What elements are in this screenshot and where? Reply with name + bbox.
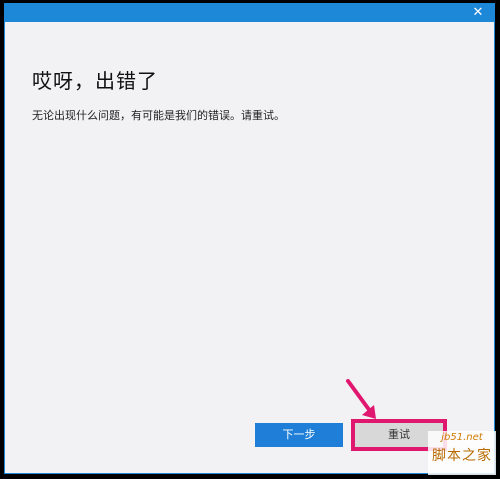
- error-message: 无论出现什么问题，有可能是我们的错误。请重试。: [32, 109, 285, 122]
- next-button[interactable]: 下一步: [255, 423, 343, 447]
- site-watermark: jb51.net 脚本之家: [428, 431, 496, 475]
- title-bar: ✕: [5, 4, 494, 22]
- watermark-domain: jb51.net: [441, 432, 483, 443]
- screenshot-frame: ✕ 哎呀，出错了 无论出现什么问题，有可能是我们的错误。请重试。 下一步 重试 …: [0, 0, 500, 479]
- error-dialog-window: ✕ 哎呀，出错了 无论出现什么问题，有可能是我们的错误。请重试。 下一步 重试: [4, 3, 495, 474]
- pointer-arrow-icon: [346, 379, 376, 419]
- close-icon[interactable]: ✕: [470, 5, 486, 21]
- dialog-title: 哎呀，出错了: [32, 69, 158, 93]
- watermark-site-name: 脚本之家: [432, 448, 492, 464]
